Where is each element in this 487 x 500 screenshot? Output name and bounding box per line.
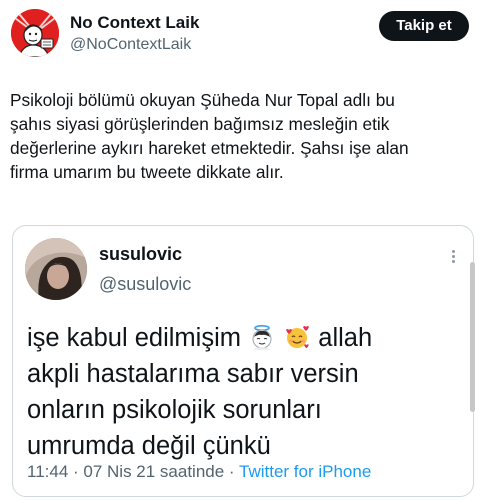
quoted-text-segment: işe kabul edilmişim — [27, 324, 241, 352]
quoted-text-line: umrumda değil çünkü — [27, 432, 271, 460]
tweet-text-line: değerlerine aykırı hareket etmektedir. Ş… — [10, 138, 409, 158]
quoted-display-name[interactable]: susulovic — [99, 244, 182, 265]
tweet-text-line: şahıs siyasi görüşlerinden bağımsız mesl… — [10, 114, 390, 134]
quoted-tweet-card[interactable]: susulovic @susulovic işe kabul edilmişim — [12, 225, 474, 497]
quoted-tweet-text: işe kabul edilmişim allah akpli hastalar… — [27, 320, 457, 464]
source-link[interactable]: Twitter for iPhone — [239, 462, 371, 481]
quoted-text-line: akpli hastalarıma sabır versin — [27, 360, 359, 388]
smiling-face-with-hearts-emoji — [286, 326, 310, 349]
tweet-text: Psikoloji bölümü okuyan Şüheda Nur Topal… — [10, 88, 470, 184]
follow-button[interactable]: Takip et — [379, 11, 469, 41]
vertical-ellipsis-icon[interactable] — [449, 248, 457, 268]
angel-face-emoji — [252, 324, 272, 350]
quoted-text-line: onların psikolojik sorunları — [27, 396, 322, 424]
tweet-text-line: Psikoloji bölümü okuyan Şüheda Nur Topal… — [10, 90, 395, 110]
quoted-handle[interactable]: @susulovic — [99, 274, 191, 295]
caricature-avatar-icon[interactable] — [11, 9, 59, 57]
tweet-header: No Context Laik @NoContextLaik Takip et — [0, 0, 487, 70]
quoted-tweet-meta: 11:44 · 07 Nis 21 saatinde · Twitter for… — [27, 462, 371, 482]
profile-photo-avatar[interactable] — [25, 238, 87, 300]
author-display-name[interactable]: No Context Laik — [70, 13, 199, 33]
quoted-text-line: işe kabul edilmişim allah — [27, 320, 457, 356]
author-handle[interactable]: @NoContextLaik — [70, 36, 191, 54]
quoted-text-segment: allah — [318, 324, 373, 352]
scrollbar[interactable] — [470, 262, 475, 412]
tweet-text-line: firma umarım bu tweete dikkate alır. — [10, 162, 284, 182]
timestamp[interactable]: 11:44 · 07 Nis 21 saatinde · — [27, 462, 235, 481]
